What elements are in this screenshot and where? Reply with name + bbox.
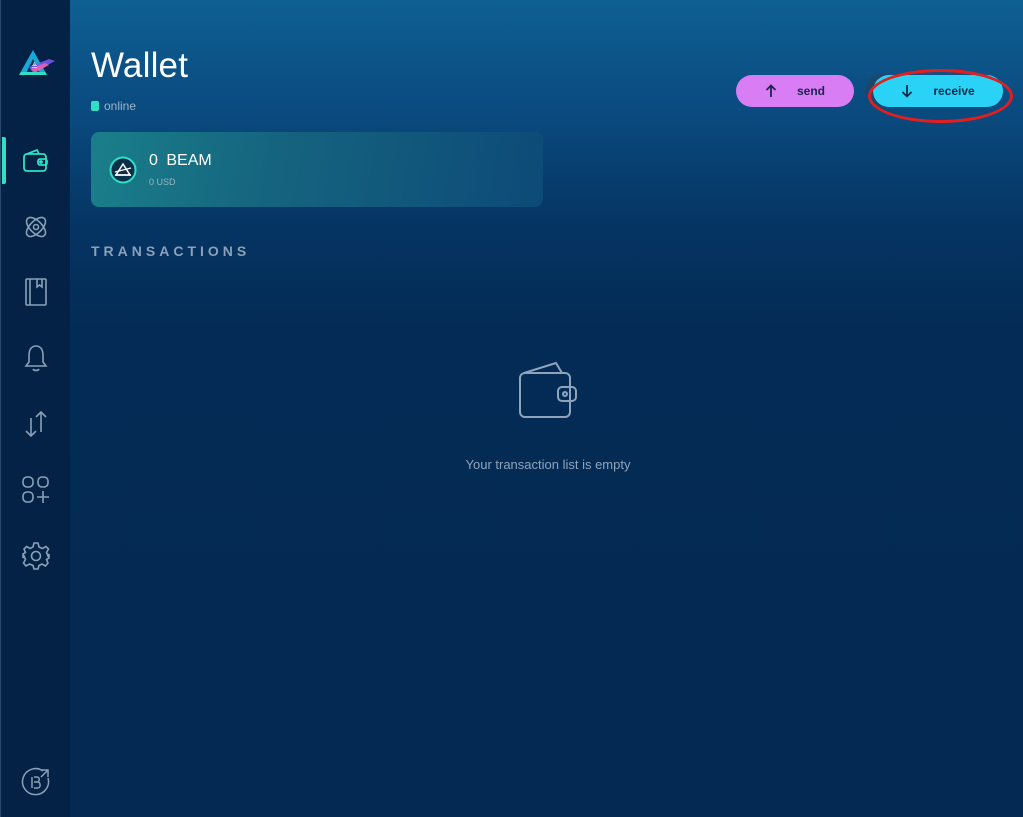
wallet-icon (23, 148, 48, 172)
wallet-app: ≜ Wallet online send receive 0 BEAM 0 US… (0, 0, 1023, 817)
balance-fiat: 0 USD (149, 177, 176, 187)
beam-coin-icon (109, 156, 137, 184)
apps-plus-icon (22, 476, 49, 503)
atom-icon (25, 216, 47, 238)
page-title: Wallet (91, 46, 189, 85)
sidebar-item-wallet[interactable] (1, 137, 71, 185)
receive-button[interactable]: receive (873, 75, 1003, 107)
send-button[interactable]: send (736, 75, 854, 107)
receive-label: receive (933, 84, 975, 98)
empty-wallet-icon (519, 361, 577, 418)
gear-icon (22, 542, 50, 570)
arrow-down-icon (902, 85, 913, 98)
bell-icon (24, 345, 48, 372)
sidebar: ≜ (0, 0, 70, 817)
balance-card[interactable]: 0 BEAM 0 USD (91, 132, 543, 207)
status-text: online (104, 99, 137, 113)
sidebar-item-transfer[interactable] (1, 400, 71, 448)
sidebar-item-applications[interactable] (1, 466, 71, 514)
send-label: send (796, 84, 825, 98)
sidebar-item-settings[interactable] (1, 532, 71, 580)
arrow-up-icon (765, 84, 777, 97)
beam-logo: ≜ (15, 45, 57, 86)
notebook-icon (25, 278, 47, 306)
empty-state-text: Your transaction list is empty (465, 457, 631, 472)
beam-explorer-external-icon (21, 767, 50, 796)
sidebar-item-atomic-swap[interactable] (1, 203, 71, 251)
beam-logo-mark: ≜ (31, 62, 38, 71)
balance-value: 0 (149, 152, 158, 169)
sidebar-item-explorer[interactable] (1, 758, 71, 806)
balance-currency: BEAM (166, 152, 212, 169)
connection-status: online (91, 99, 136, 113)
transfer-arrows-icon (25, 410, 47, 438)
lock-icon (91, 101, 99, 111)
sidebar-item-address-book[interactable] (1, 268, 71, 316)
balance-amount: 0 BEAM (149, 152, 212, 170)
sidebar-item-notifications[interactable] (1, 334, 71, 382)
transactions-heading: TRANSACTIONS (91, 243, 251, 259)
